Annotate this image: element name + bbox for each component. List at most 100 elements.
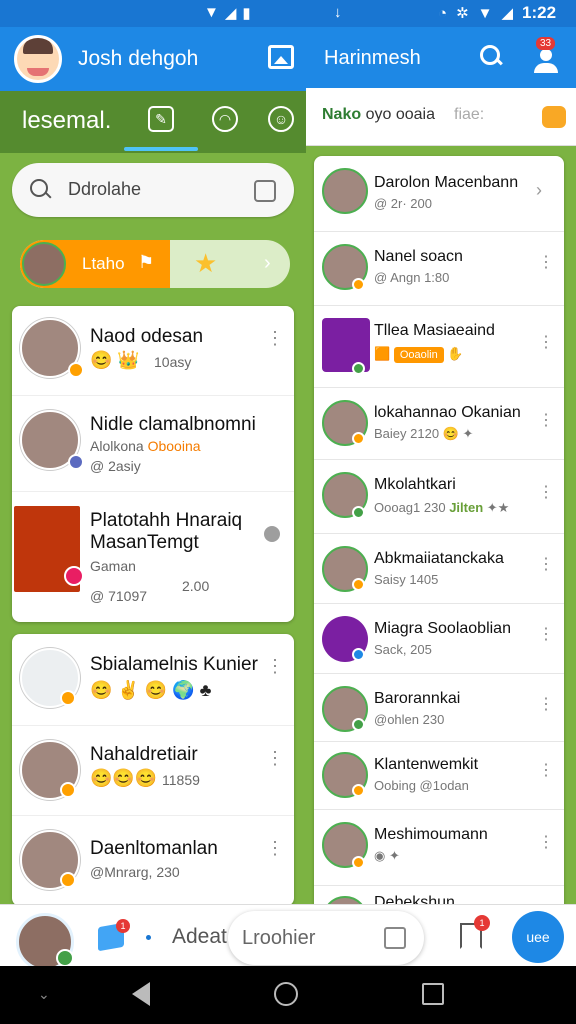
list-item-name2: MasanTemgt: [90, 532, 199, 553]
list-item[interactable]: Darolon Macenbann @ 2r· 200 ›: [314, 156, 564, 232]
download-icon: ↓: [334, 4, 342, 21]
list-item-name: Sbialamelnis Kunier: [90, 654, 258, 675]
user-icon[interactable]: [532, 47, 560, 75]
star-icon: ★: [194, 248, 218, 278]
signal-icon: ◢: [501, 5, 514, 22]
right-list-card: Darolon Macenbann @ 2r· 200 › Nanel soac…: [314, 156, 564, 916]
status-bar: ▼ ◢ ▮ ↓ ◔ ✲ ▼ ◢ 1:22: [0, 0, 576, 27]
promo-text: Ltaho: [82, 254, 125, 273]
scan-icon[interactable]: [254, 180, 276, 202]
more-icon[interactable]: [538, 694, 554, 714]
list-item[interactable]: Barorannkai @ohlen 230: [314, 674, 564, 742]
list-item[interactable]: Meshimoumann ◉ ✦: [314, 810, 564, 886]
image-icon[interactable]: [268, 45, 294, 69]
list-item[interactable]: Mkolahtkari Oooag1 230 Jilten ✦★: [314, 460, 564, 534]
home-icon[interactable]: [384, 927, 406, 949]
status-badge: [352, 784, 365, 797]
smile-icon[interactable]: ☺: [268, 106, 294, 132]
system-nav-bar: ⌄: [0, 966, 576, 1024]
list-item-name: Mkolahtkari: [374, 476, 456, 493]
list-item[interactable]: Nahaldretiair 😊😊😊 11859: [12, 726, 294, 816]
list-item-name: Nahaldretiair: [90, 744, 198, 765]
list-item[interactable]: Abkmaiiatanckaka Saisy 1405: [314, 534, 564, 604]
more-icon[interactable]: [538, 760, 554, 780]
chevron-down-icon[interactable]: ⌄: [38, 986, 50, 1003]
tab-label[interactable]: lesemal.: [22, 107, 111, 135]
list-item-name: Naod odesan: [90, 326, 204, 347]
left-list-card: Sbialamelnis Kunier 😊 ✌ 😊 🌍 ♣ Nahaldreti…: [12, 634, 294, 906]
status-badge: [64, 566, 84, 586]
list-item-sub2: 2.00: [182, 578, 210, 594]
settings-icon: ✲: [456, 5, 469, 22]
chat-icon[interactable]: ◠: [212, 106, 238, 132]
list-item-name: Platotahh Hnaraiq: [90, 510, 243, 531]
list-item[interactable]: Naod odesan 😊 👑 10asy: [12, 306, 294, 396]
wifi-icon: ▼: [204, 4, 219, 21]
home-icon[interactable]: [274, 982, 298, 1006]
flag-icon: ⚑: [138, 252, 155, 272]
list-item-sub: 🟧 Ooaolin ✋: [374, 346, 464, 363]
bottom-label[interactable]: Adeat: [172, 925, 227, 949]
list-item-sub: Sack, 205: [374, 642, 432, 657]
notification-badge: 33: [536, 37, 556, 50]
status-badge: [352, 278, 365, 291]
list-item[interactable]: Nanel soacn @ Angn 1:80: [314, 232, 564, 306]
reactions-icon[interactable]: [542, 106, 566, 128]
list-item-name: Abkmaiiatanckaka: [374, 550, 504, 567]
list-item-sub: @ 2r· 200: [374, 196, 432, 211]
list-item-sub: @Mnrarg, 230: [90, 864, 180, 880]
recents-icon[interactable]: [422, 983, 444, 1005]
signal-icon: ◢: [224, 5, 237, 22]
list-item[interactable]: Platotahh Hnaraiq MasanTemgt Gaman 2.00 …: [12, 492, 294, 622]
more-icon[interactable]: [266, 748, 284, 769]
list-item[interactable]: Tllea Masiaeaind 🟧 Ooaolin ✋: [314, 306, 564, 388]
more-icon[interactable]: [538, 332, 554, 352]
list-item-sub: ◉ ✦: [374, 848, 400, 863]
list-item-sub: 11859: [162, 772, 200, 788]
compose-input[interactable]: Lroohier: [228, 911, 424, 965]
list-item-sub3: @ 71097: [90, 588, 148, 604]
promo-banner[interactable]: Ltaho ⚑ ★ ›: [20, 240, 290, 288]
status-badge: [352, 578, 365, 591]
list-item[interactable]: Miagra Soolaoblian Sack, 205: [314, 604, 564, 674]
search-icon[interactable]: [480, 45, 502, 67]
right-header-label: Nako oyo ooaia: [322, 106, 435, 123]
back-icon[interactable]: [132, 982, 150, 1006]
list-item-name: Miagra Soolaoblian: [374, 620, 511, 637]
list-item-sub: Gaman: [90, 558, 136, 574]
list-item[interactable]: Daenltomanlan @Mnrarg, 230: [12, 816, 294, 906]
more-icon[interactable]: [538, 410, 554, 430]
more-icon[interactable]: [266, 328, 284, 349]
list-item-sub: Baiey 2120 😊 ✦: [374, 426, 474, 441]
more-icon[interactable]: [538, 482, 554, 502]
search-input[interactable]: Ddrolahe: [12, 163, 294, 217]
emoji-row: 😊😊😊: [90, 768, 158, 788]
more-icon[interactable]: [266, 656, 284, 677]
more-icon[interactable]: [538, 832, 554, 852]
list-item[interactable]: Nidle clamalbnomni Alolkona Obooina @ 2a…: [12, 396, 294, 492]
profile-avatar[interactable]: [14, 35, 62, 83]
list-item[interactable]: Sbialamelnis Kunier 😊 ✌ 😊 🌍 ♣: [12, 634, 294, 726]
more-icon[interactable]: [538, 624, 554, 644]
status-badge: [352, 718, 365, 731]
more-icon[interactable]: [538, 554, 554, 574]
bookmark-badge: 1: [474, 915, 490, 931]
list-item-sub2: @ 2asiy: [90, 458, 141, 474]
list-item-sub: @ohlen 230: [374, 712, 445, 727]
edit-icon[interactable]: ✎: [148, 106, 174, 132]
status-badge: [56, 949, 74, 967]
more-icon[interactable]: [266, 838, 284, 859]
list-item-sub: Alolkona Obooina: [90, 438, 201, 454]
list-item-name: Tllea Masiaeaind: [374, 322, 495, 339]
list-item-name: Darolon Macenbann: [374, 174, 519, 191]
compose-placeholder: Lroohier: [242, 927, 316, 949]
list-item[interactable]: lokahannao Okanian Baiey 2120 😊 ✦: [314, 388, 564, 460]
list-item-name: Nanel soacn: [374, 248, 463, 265]
list-item[interactable]: Klantenwemkit Oobing @1odan: [314, 742, 564, 810]
avatar: [22, 242, 66, 286]
status-icons-left: ▼ ◢ ▮: [204, 4, 251, 22]
more-icon[interactable]: [538, 252, 554, 272]
status-badge: [60, 690, 76, 706]
fab-button[interactable]: uee: [512, 911, 564, 963]
list-item-name: Klantenwemkit: [374, 756, 479, 773]
